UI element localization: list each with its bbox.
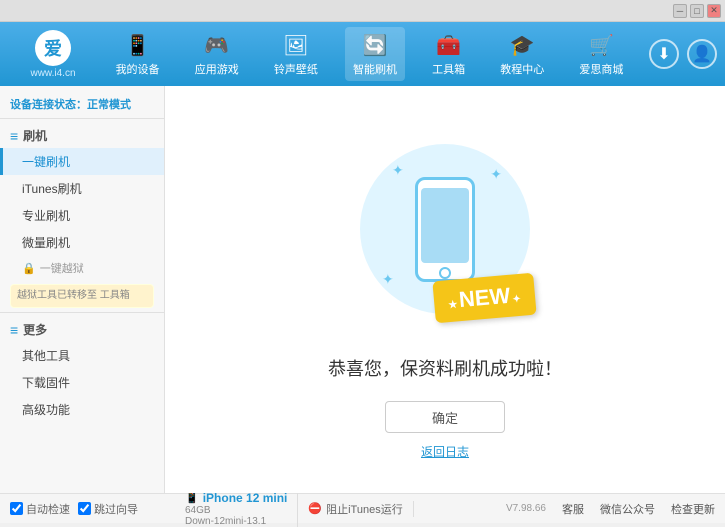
support-link[interactable]: 客服 (562, 501, 584, 517)
nav-tools[interactable]: 🧰 工具箱 (424, 27, 473, 81)
skip-wizard-input[interactable] (78, 502, 91, 515)
check-update-link[interactable]: 检查更新 (671, 501, 715, 517)
phone-shape (415, 177, 475, 282)
itunes-notice: ⛔ 阻止iTunes运行 (298, 501, 413, 517)
header-right: ⬇ 👤 (649, 39, 717, 69)
tutorial-icon: 🎓 (508, 31, 536, 59)
sidebar-item-micro[interactable]: 微量刷机 (0, 229, 164, 256)
auto-connect-input[interactable] (10, 502, 23, 515)
nav-tools-label: 工具箱 (432, 61, 465, 77)
nav-store-label: 爱思商城 (579, 61, 623, 77)
bottom-right: V7.98.66 客服 微信公众号 检查更新 (414, 501, 715, 517)
stop-itunes-label: 阻止iTunes运行 (326, 501, 403, 517)
sidebar-item-other[interactable]: 其他工具 (0, 342, 164, 369)
wallpaper-icon: 🖼 (282, 31, 310, 59)
close-btn[interactable]: ✕ (707, 4, 721, 18)
success-illustration: ✦ ✦ ✦ NEW (345, 119, 545, 339)
nav-smart[interactable]: 🔄 智能刷机 (345, 27, 405, 81)
phone-screen (421, 188, 469, 263)
bottom-bar: 自动检速 跳过向导 📱 iPhone 12 mini 64GB Down-12m… (0, 493, 725, 523)
jailbreak-label: 一键越狱 (40, 260, 84, 276)
header: 爱 www.i4.cn 📱 我的设备 🎮 应用游戏 🖼 铃声壁纸 🔄 智能刷机 … (0, 22, 725, 86)
bottom-left: 自动检速 跳过向导 (10, 501, 175, 517)
auto-connect-label: 自动检速 (26, 501, 70, 517)
more-group-icon: ≡ (10, 322, 18, 338)
flash-group-icon: ≡ (10, 128, 18, 144)
nav-device-label: 我的设备 (116, 61, 160, 77)
sparkle-2: ✦ (490, 166, 502, 183)
nav-tutorial-label: 教程中心 (500, 61, 544, 77)
skip-wizard-label: 跳过向导 (94, 501, 138, 517)
nav-apps-label: 应用游戏 (195, 61, 239, 77)
auto-connect-checkbox[interactable]: 自动检速 (10, 501, 70, 517)
group-flash-label: 刷机 (23, 127, 47, 144)
logo-area: 爱 www.i4.cn (8, 30, 98, 79)
main-area: 设备连接状态：正常模式 ≡ 刷机 一键刷机 iTunes刷机 专业刷机 微量刷机… (0, 86, 725, 493)
sidebar-item-itunes[interactable]: iTunes刷机 (0, 175, 164, 202)
title-bar: ─ □ ✕ (0, 0, 725, 22)
new-badge: NEW (433, 273, 537, 324)
logo-icon: 爱 (35, 30, 71, 66)
group-more-label: 更多 (23, 321, 47, 338)
smart-icon: 🔄 (361, 31, 389, 59)
stop-itunes-icon: ⛔ (308, 502, 322, 515)
sidebar: 设备连接状态：正常模式 ≡ 刷机 一键刷机 iTunes刷机 专业刷机 微量刷机… (0, 86, 165, 493)
sidebar-item-advanced[interactable]: 高级功能 (0, 396, 164, 423)
logo-url: www.i4.cn (30, 68, 75, 79)
nav-bar: 📱 我的设备 🎮 应用游戏 🖼 铃声壁纸 🔄 智能刷机 🧰 工具箱 🎓 教程中心… (98, 27, 641, 81)
tools-icon: 🧰 (435, 31, 463, 59)
sparkle-1: ✦ (392, 162, 404, 179)
sidebar-divider (0, 312, 164, 313)
connection-status: 设备连接状态：正常模式 (0, 92, 164, 119)
user-btn[interactable]: 👤 (687, 39, 717, 69)
nav-apps[interactable]: 🎮 应用游戏 (187, 27, 247, 81)
apps-icon: 🎮 (203, 31, 231, 59)
nav-tutorial[interactable]: 🎓 教程中心 (492, 27, 552, 81)
sidebar-item-jailbreak: 🔒 一键越狱 (0, 256, 164, 280)
nav-store[interactable]: 🛒 爱思商城 (571, 27, 631, 81)
store-icon: 🛒 (587, 31, 615, 59)
minimize-btn[interactable]: ─ (673, 4, 687, 18)
phone-home-btn (439, 267, 451, 279)
version-label: V7.98.66 (506, 503, 546, 514)
sidebar-item-onekey[interactable]: 一键刷机 (0, 148, 164, 175)
device-storage: 64GB (185, 505, 287, 516)
status-value: 正常模式 (87, 99, 131, 111)
nav-device[interactable]: 📱 我的设备 (108, 27, 168, 81)
jailbreak-note: 越狱工具已转移至 工具箱 (10, 284, 154, 308)
wechat-link[interactable]: 微信公众号 (600, 501, 655, 517)
maximize-btn[interactable]: □ (690, 4, 704, 18)
nav-wallpaper-label: 铃声壁纸 (274, 61, 318, 77)
sparkle-3: ✦ (382, 271, 394, 288)
group-flash: ≡ 刷机 (0, 123, 164, 148)
device-model: Down-12mini-13.1 (185, 516, 287, 527)
return-log-link[interactable]: 返回日志 (421, 443, 469, 460)
success-message: 恭喜您，保资料刷机成功啦！ (328, 355, 562, 381)
group-more: ≡ 更多 (0, 317, 164, 342)
content-area: ✦ ✦ ✦ NEW 恭喜您，保资料刷机成功啦！ 确定 返回日志 (165, 86, 725, 493)
nav-smart-label: 智能刷机 (353, 61, 397, 77)
device-info: 📱 iPhone 12 mini 64GB Down-12mini-13.1 (175, 491, 298, 527)
device-icon: 📱 (124, 31, 152, 59)
download-btn[interactable]: ⬇ (649, 39, 679, 69)
confirm-button[interactable]: 确定 (385, 401, 505, 433)
skip-wizard-checkbox[interactable]: 跳过向导 (78, 501, 138, 517)
sidebar-item-pro[interactable]: 专业刷机 (0, 202, 164, 229)
nav-wallpaper[interactable]: 🖼 铃声壁纸 (266, 27, 326, 81)
status-label: 设备连接状态： (10, 99, 87, 111)
sidebar-item-download-fw[interactable]: 下载固件 (0, 369, 164, 396)
